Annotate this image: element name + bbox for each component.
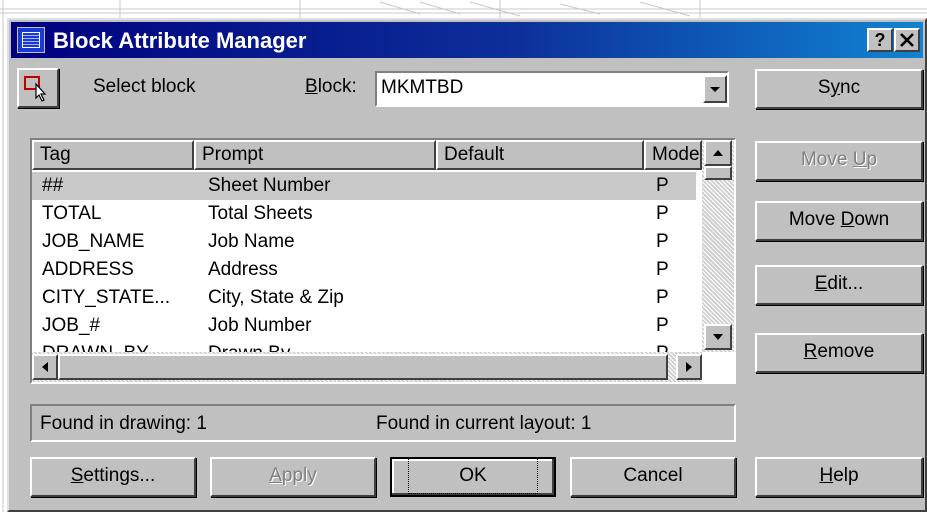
table-body: ## Sheet Number P TOTAL Total Sheets P J… xyxy=(32,172,702,352)
cell-prompt: Job Number xyxy=(208,315,312,336)
move-down-button[interactable]: Move Down xyxy=(755,201,923,241)
table-row[interactable]: CITY_STATE... City, State & Zip P xyxy=(32,284,696,312)
settings-button[interactable]: Settings... xyxy=(30,457,196,497)
cell-prompt: Address xyxy=(208,259,278,280)
cell-mode: P xyxy=(656,315,669,336)
scroll-up-button[interactable] xyxy=(704,140,732,166)
block-dropdown[interactable]: MKMTBD xyxy=(375,71,729,107)
table-header: Tag Prompt Default Mode xyxy=(32,140,702,170)
cell-tag: CITY_STATE... xyxy=(42,287,171,308)
scroll-left-button[interactable] xyxy=(32,354,58,380)
cell-mode: P xyxy=(656,175,669,196)
table-row[interactable]: ## Sheet Number P xyxy=(32,172,696,200)
block-dropdown-arrow[interactable] xyxy=(703,75,727,103)
column-header-tag[interactable]: Tag xyxy=(32,140,194,170)
cell-prompt: City, State & Zip xyxy=(208,287,344,308)
select-block-label: Select block xyxy=(93,76,196,97)
scroll-right-button[interactable] xyxy=(676,354,702,380)
table-row[interactable]: ADDRESS Address P xyxy=(32,256,696,284)
block-attribute-manager-dialog: Block Attribute Manager ? Select block B… xyxy=(7,18,927,512)
cell-tag: JOB_NAME xyxy=(42,231,145,252)
apply-button[interactable]: Apply xyxy=(210,457,376,497)
app-icon xyxy=(17,27,45,53)
scroll-down-button[interactable] xyxy=(704,324,732,350)
cell-prompt: Drawn By xyxy=(208,340,438,352)
cell-tag: ADDRESS xyxy=(42,259,134,280)
horizontal-scroll-thumb[interactable] xyxy=(58,354,668,380)
cell-mode: P xyxy=(656,203,669,224)
status-panel: Found in drawing: 1 Found in current lay… xyxy=(30,404,736,442)
close-button[interactable] xyxy=(894,28,920,52)
chevron-right-icon xyxy=(686,362,692,372)
cell-tag: TOTAL xyxy=(42,203,102,224)
cancel-button[interactable]: Cancel xyxy=(570,457,736,497)
sync-button[interactable]: Sync xyxy=(755,69,923,109)
chevron-down-icon xyxy=(713,334,723,340)
block-dropdown-value: MKMTBD xyxy=(381,77,464,98)
cell-mode: P xyxy=(656,259,669,280)
help-question-button[interactable]: ? xyxy=(867,28,893,52)
found-in-drawing: Found in drawing: 1 xyxy=(40,413,207,434)
chevron-down-icon xyxy=(710,87,720,92)
chevron-up-icon xyxy=(713,150,723,156)
cell-tag: ## xyxy=(42,175,64,196)
edit-button[interactable]: Edit... xyxy=(755,265,923,305)
vertical-scroll-thumb[interactable] xyxy=(704,166,732,180)
table-row[interactable]: JOB_NAME Job Name P xyxy=(32,228,696,256)
cell-prompt: Total Sheets xyxy=(208,203,313,224)
cell-tag: DRAWN_BY xyxy=(42,340,192,352)
cell-mode: P xyxy=(656,287,669,308)
horizontal-scrollbar[interactable] xyxy=(32,352,702,382)
found-in-layout: Found in current layout: 1 xyxy=(376,413,592,434)
cell-prompt: Job Name xyxy=(208,231,295,252)
column-header-mode[interactable]: Mode xyxy=(644,140,702,170)
table-row[interactable]: JOB_# Job Number P xyxy=(32,312,696,340)
move-up-button[interactable]: Move Up xyxy=(755,141,923,181)
window-title: Block Attribute Manager xyxy=(53,28,307,53)
table-row[interactable]: DRAWN_BY Drawn By P xyxy=(32,340,696,352)
help-button[interactable]: Help xyxy=(755,457,923,497)
chevron-left-icon xyxy=(42,362,48,372)
ok-button[interactable]: OK xyxy=(390,457,556,497)
column-header-default[interactable]: Default xyxy=(436,140,644,170)
block-label: Block: xyxy=(305,76,357,97)
cell-mode: P xyxy=(656,231,669,252)
pick-block-icon xyxy=(24,76,47,102)
select-block-button[interactable] xyxy=(17,68,59,108)
cell-mode: P xyxy=(656,340,696,352)
close-icon xyxy=(900,33,914,47)
remove-button[interactable]: Remove xyxy=(755,333,923,373)
cell-prompt: Sheet Number xyxy=(208,175,331,196)
attribute-table[interactable]: Tag Prompt Default Mode ## Sheet Number … xyxy=(30,138,736,384)
cell-tag: JOB_# xyxy=(42,315,101,336)
title-bar[interactable]: Block Attribute Manager ? xyxy=(11,22,923,58)
table-row[interactable]: TOTAL Total Sheets P xyxy=(32,200,696,228)
column-header-prompt[interactable]: Prompt xyxy=(194,140,436,170)
ok-button-label: OK xyxy=(408,458,538,494)
vertical-scrollbar[interactable] xyxy=(702,140,734,352)
